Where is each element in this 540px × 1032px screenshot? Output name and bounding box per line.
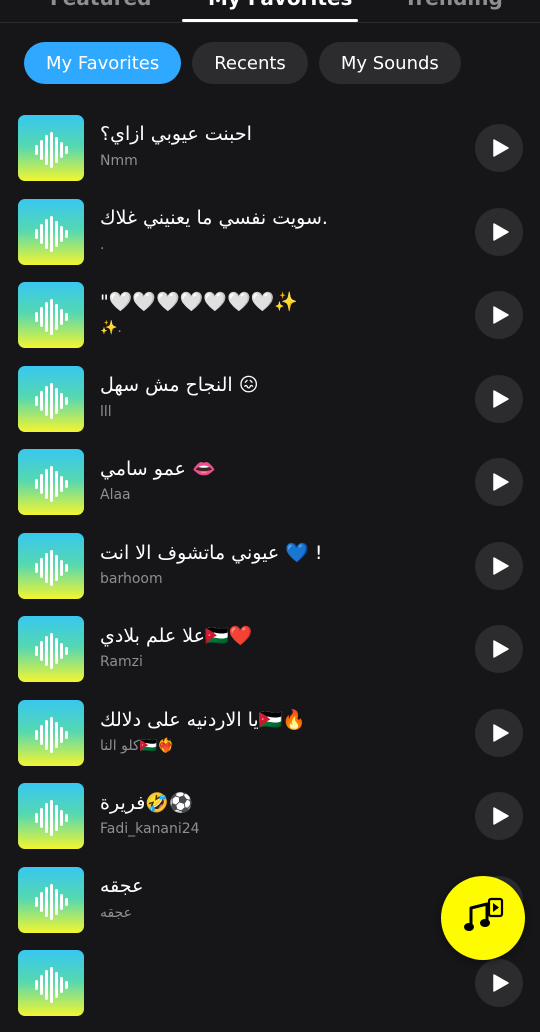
sound-title: عيوني ماتشوف الا انت 💙 ! — [100, 541, 323, 564]
play-icon — [492, 556, 509, 575]
play-icon — [492, 139, 509, 157]
play-button[interactable] — [475, 792, 523, 840]
sound-artist: عجقه — [100, 904, 132, 921]
play-icon — [492, 306, 509, 324]
sound-artist: Fadi_kanani24 — [100, 821, 200, 837]
top-tabs: Featured My Favorites Trending — [0, 0, 540, 23]
play-icon — [492, 640, 509, 658]
play-button[interactable] — [475, 124, 523, 172]
waveform-icon — [35, 299, 68, 335]
play-icon — [492, 974, 509, 992]
play-button[interactable] — [475, 541, 523, 590]
chip-recents[interactable]: Recents — [192, 42, 308, 84]
play-button[interactable] — [475, 708, 523, 757]
waveform-icon — [35, 800, 68, 836]
sound-title: النجاح مش سهل 😖 — [100, 373, 259, 396]
waveform-icon — [35, 132, 68, 168]
sound-title: يا الاردنيه على دلالك🇯🇴🔥 — [100, 708, 307, 731]
sound-row[interactable]: يا الاردنيه على دلالك🇯🇴🔥 كلو النا🇯🇴❤️‍🔥 — [0, 698, 540, 782]
tab-my-favorites[interactable]: My Favorites — [208, 0, 352, 10]
sound-row[interactable]: علا علم بلادي🇯🇴❤️ Ramzi — [0, 614, 540, 698]
sound-row[interactable]: "🤍🤍🤍🤍🤍🤍🤍✨ ✨. — [0, 280, 540, 364]
sound-title: احبنت عيوبي ازاي؟ — [100, 123, 252, 145]
sound-artist: barhoom — [100, 570, 163, 587]
play-button[interactable] — [475, 207, 523, 256]
play-button[interactable] — [475, 291, 523, 339]
music-video-icon — [464, 897, 504, 931]
waveform-icon — [35, 883, 68, 920]
sound-thumbnail — [18, 783, 84, 849]
sound-row[interactable]: فريرة🤣⚽ Fadi_kanani24 — [0, 781, 540, 865]
sound-title: عجقه — [100, 874, 144, 897]
play-icon — [492, 723, 509, 742]
sound-artist: . — [100, 236, 105, 253]
sound-row[interactable]: عيوني ماتشوف الا انت 💙 ! barhoom — [0, 531, 540, 615]
waveform-icon — [35, 215, 68, 252]
chip-my-sounds[interactable]: My Sounds — [318, 42, 461, 84]
sound-thumbnail — [18, 115, 84, 181]
sound-title: عمو سامي 👄 — [100, 458, 216, 480]
sound-title: فريرة🤣⚽ — [100, 792, 193, 814]
waveform-icon — [35, 382, 68, 419]
sound-thumbnail — [18, 365, 84, 432]
sound-thumbnail — [18, 198, 84, 265]
play-button[interactable] — [475, 374, 523, 423]
sound-artist: Alaa — [100, 487, 131, 503]
tab-trending[interactable]: Trending — [404, 0, 503, 10]
sound-row[interactable] — [0, 948, 540, 1032]
sound-artist: كلو النا🇯🇴❤️‍🔥 — [100, 737, 175, 754]
sound-artist: Ramzi — [100, 654, 143, 670]
play-button[interactable] — [475, 625, 523, 673]
waveform-icon — [35, 716, 68, 753]
sound-thumbnail — [18, 616, 84, 682]
sound-thumbnail — [18, 532, 84, 599]
play-icon — [492, 389, 509, 408]
sound-title: "🤍🤍🤍🤍🤍🤍🤍✨ — [100, 291, 298, 313]
sound-thumbnail — [18, 282, 84, 348]
chip-my-favorites[interactable]: My Favorites — [24, 42, 182, 84]
play-icon — [492, 807, 509, 825]
active-tab-indicator — [182, 19, 358, 22]
sound-artist: Nmm — [100, 153, 138, 169]
play-icon — [492, 222, 509, 241]
sound-title: علا علم بلادي🇯🇴❤️ — [100, 625, 253, 647]
sound-artist: ✨. — [100, 320, 122, 336]
waveform-icon — [35, 466, 68, 502]
sound-row[interactable]: احبنت عيوبي ازاي؟ Nmm — [0, 113, 540, 197]
play-icon — [492, 473, 509, 491]
sound-artist: lll — [100, 403, 112, 420]
sound-row[interactable]: النجاح مش سهل 😖 lll — [0, 364, 540, 448]
sound-thumbnail — [18, 699, 84, 766]
sound-thumbnail — [18, 449, 84, 515]
create-sound-button[interactable] — [441, 876, 525, 960]
sound-row[interactable]: عمو سامي 👄 Alaa — [0, 447, 540, 531]
waveform-icon — [35, 549, 68, 586]
sound-title: سويت نفسي ما يعنيني غلاك. — [100, 206, 328, 229]
filter-chips: My Favorites Recents My Sounds — [24, 42, 461, 84]
waveform-icon — [35, 633, 68, 669]
waveform-icon — [35, 967, 68, 1003]
sound-row[interactable]: سويت نفسي ما يعنيني غلاك.. — [0, 197, 540, 281]
play-button[interactable] — [475, 959, 523, 1007]
tab-featured[interactable]: Featured — [50, 0, 151, 10]
sound-thumbnail — [18, 866, 84, 933]
play-button[interactable] — [475, 458, 523, 506]
